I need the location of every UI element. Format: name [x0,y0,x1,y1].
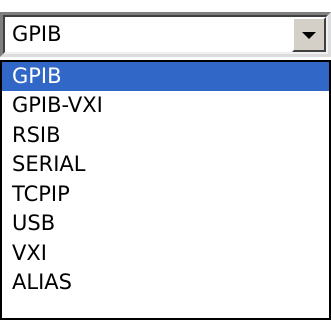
list-item-serial[interactable]: SERIAL [2,150,329,179]
list-item-label: ALIAS [12,270,72,294]
list-item-alias[interactable]: ALIAS [2,268,329,297]
list-item-gpib-vxi[interactable]: GPIB-VXI [2,91,329,120]
list-item-label: RSIB [12,123,61,147]
dropdown-button[interactable] [292,17,326,52]
list-item-label: GPIB [12,64,62,88]
combobox-field[interactable]: GPIB [3,15,328,54]
interface-type-combobox[interactable]: GPIB [0,12,331,57]
list-item-tcpip[interactable]: TCPIP [2,180,329,209]
list-item-label: USB [12,211,56,235]
list-item-vxi[interactable]: VXI [2,239,329,268]
list-item-label: SERIAL [12,152,86,176]
dropdown-list[interactable]: GPIB GPIB-VXI RSIB SERIAL TCPIP USB VXI … [0,60,331,320]
list-item-label: TCPIP [12,182,70,206]
chevron-down-icon [302,31,316,39]
list-item-rsib[interactable]: RSIB [2,121,329,150]
list-item-label: GPIB-VXI [12,93,103,117]
combobox-selected-value: GPIB [12,22,62,46]
list-item-usb[interactable]: USB [2,209,329,238]
list-item-label: VXI [12,241,47,265]
list-item-gpib[interactable]: GPIB [2,62,329,91]
